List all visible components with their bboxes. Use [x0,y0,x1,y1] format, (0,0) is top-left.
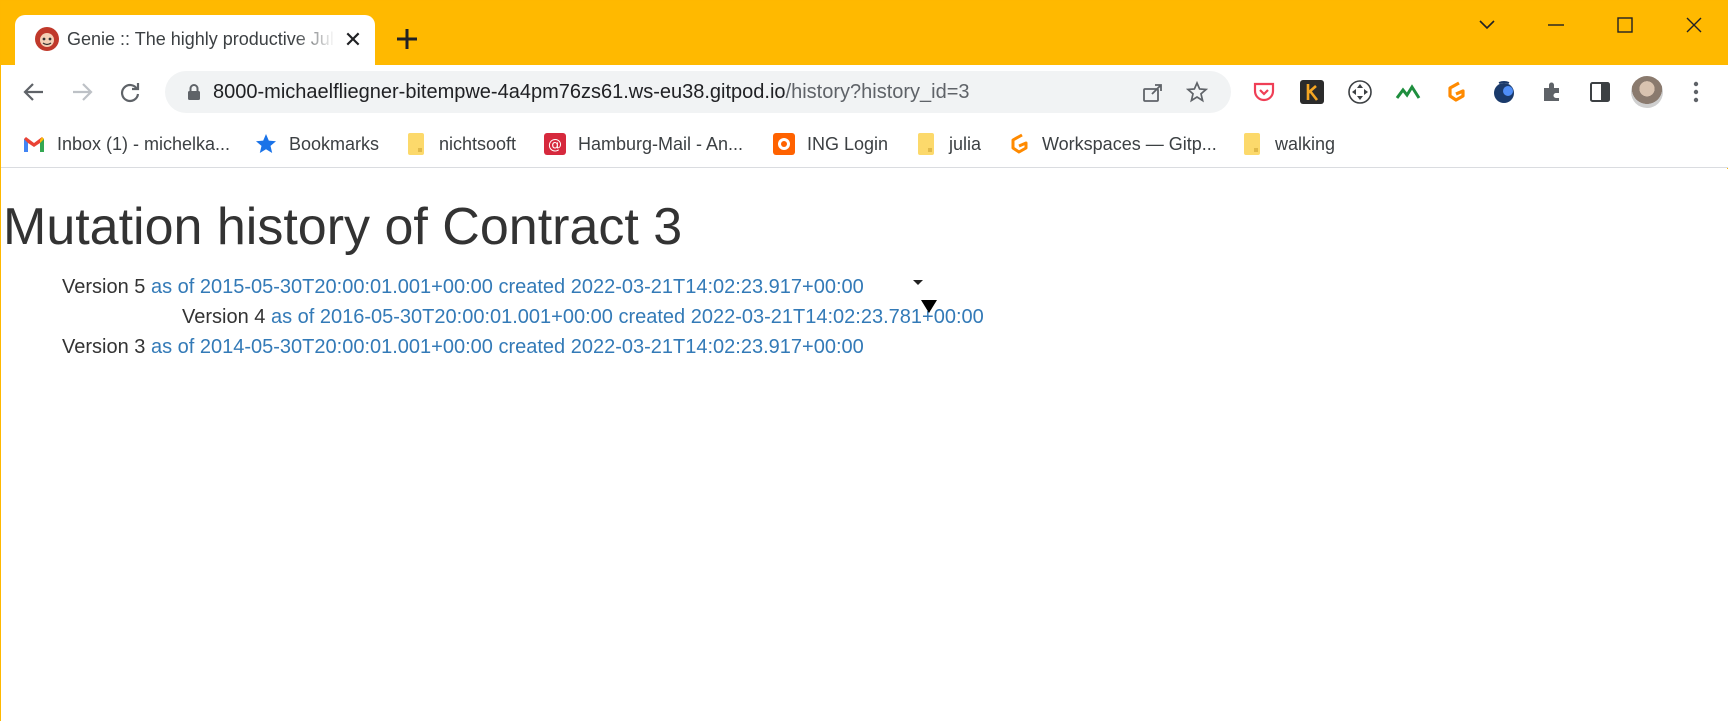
version-link[interactable]: as of 2014-05-30T20:00:01.001+00:00 crea… [151,336,864,358]
gitpod-extension-icon[interactable] [1441,77,1471,107]
version-link[interactable]: as of 2016-05-30T20:00:01.001+00:00 crea… [271,306,984,328]
folder-icon [1241,133,1263,155]
page-content: Mutation history of Contract 3 Version 5… [1,169,1728,721]
dropdown-triangle-icon [921,300,937,313]
move-extension-icon[interactable] [1345,77,1375,107]
lock-icon[interactable] [185,83,203,101]
bookmark-label: walking [1275,133,1336,154]
star-icon [255,133,277,155]
folder-icon [915,133,937,155]
bookmark-label: Bookmarks [289,133,380,154]
bookmark-label: julia [949,133,982,154]
bookmark-folder-walking[interactable]: walking [1241,130,1335,158]
version-label: Version 5 [62,276,146,298]
new-tab-icon[interactable] [391,23,423,55]
bookmark-gitpod-workspaces[interactable]: Workspaces — Gitp... [1008,130,1217,158]
version-row-5: Version 5 as of 2015-05-30T20:00:01.001+… [62,276,864,299]
k-extension-icon[interactable] [1297,77,1327,107]
tab-close-icon[interactable]: ✕ [341,28,365,52]
expand-caret-icon[interactable] [911,277,925,287]
browser-tab[interactable]: Genie :: The highly productive Julia web… [15,15,375,65]
bookmark-gmail[interactable]: Inbox (1) - michelka... [23,130,230,158]
version-label: Version 3 [62,336,146,358]
share-icon[interactable] [1141,80,1165,104]
tab-title: Genie :: The highly productive Julia web… [67,29,335,49]
forward-icon[interactable] [67,77,97,107]
menu-kebab-icon[interactable] [1681,77,1711,107]
mail-at-icon: @ [544,133,566,155]
side-panel-icon[interactable] [1585,77,1615,107]
version-label: Version 4 [182,306,266,328]
ing-lion-icon [773,133,795,155]
url-text[interactable]: 8000-michaelfliegner-bitempwe-4a4pm76zs6… [213,81,970,104]
bookmark-folder-nichtsooft[interactable]: nichtsooft [405,130,516,158]
version-link[interactable]: as of 2015-05-30T20:00:01.001+00:00 crea… [151,276,864,298]
version-row-3: Version 3 as of 2014-05-30T20:00:01.001+… [62,336,864,359]
bookmark-label: Workspaces — Gitp... [1042,133,1217,154]
bookmark-folder-julia[interactable]: julia [915,130,981,158]
bookmark-label: ING Login [807,133,889,154]
folder-icon [405,133,427,155]
browser-toolbar: 8000-michaelfliegner-bitempwe-4a4pm76zs6… [1,65,1728,120]
title-bar: Genie :: The highly productive Julia web… [1,1,1728,65]
genie-favicon-icon [35,27,59,51]
reload-icon[interactable] [115,77,145,107]
profile-avatar[interactable] [1631,76,1663,108]
extensions-puzzle-icon[interactable] [1537,77,1567,107]
svg-text:@: @ [548,137,562,153]
bookmark-label: Hamburg-Mail - An... [578,133,744,154]
version-row-4: Version 4 as of 2016-05-30T20:00:01.001+… [182,306,984,329]
bookmark-label: nichtsooft [439,133,517,154]
tab-search-icon[interactable] [1467,9,1507,41]
pocket-icon[interactable] [1249,77,1279,107]
close-window-icon[interactable] [1674,9,1714,41]
url-host: 8000-michaelfliegner-bitempwe-4a4pm76zs6… [213,81,786,103]
bookmark-label: Inbox (1) - michelka... [57,133,231,154]
page-title: Mutation history of Contract 3 [3,198,683,256]
back-icon[interactable] [19,77,49,107]
bookmark-star-icon[interactable] [1185,80,1209,104]
bookmark-bookmarks[interactable]: Bookmarks [255,130,379,158]
bookmark-hamburg-mail[interactable]: @ Hamburg-Mail - An... [544,130,743,158]
address-bar[interactable]: 8000-michaelfliegner-bitempwe-4a4pm76zs6… [165,71,1231,113]
bookmark-ing-login[interactable]: ING Login [773,130,888,158]
bookmarks-bar: Inbox (1) - michelka... Bookmarks nichts… [1,120,1728,168]
maximize-icon[interactable] [1605,9,1645,41]
browser-window: Genie :: The highly productive Julia web… [0,0,1728,721]
gitpod-icon [1008,133,1030,155]
url-path: /history?history_id=3 [785,81,970,103]
blue-extension-icon[interactable] [1489,77,1519,107]
minimize-icon[interactable] [1536,9,1576,41]
green-extension-icon[interactable] [1393,77,1423,107]
gmail-icon [23,133,45,155]
